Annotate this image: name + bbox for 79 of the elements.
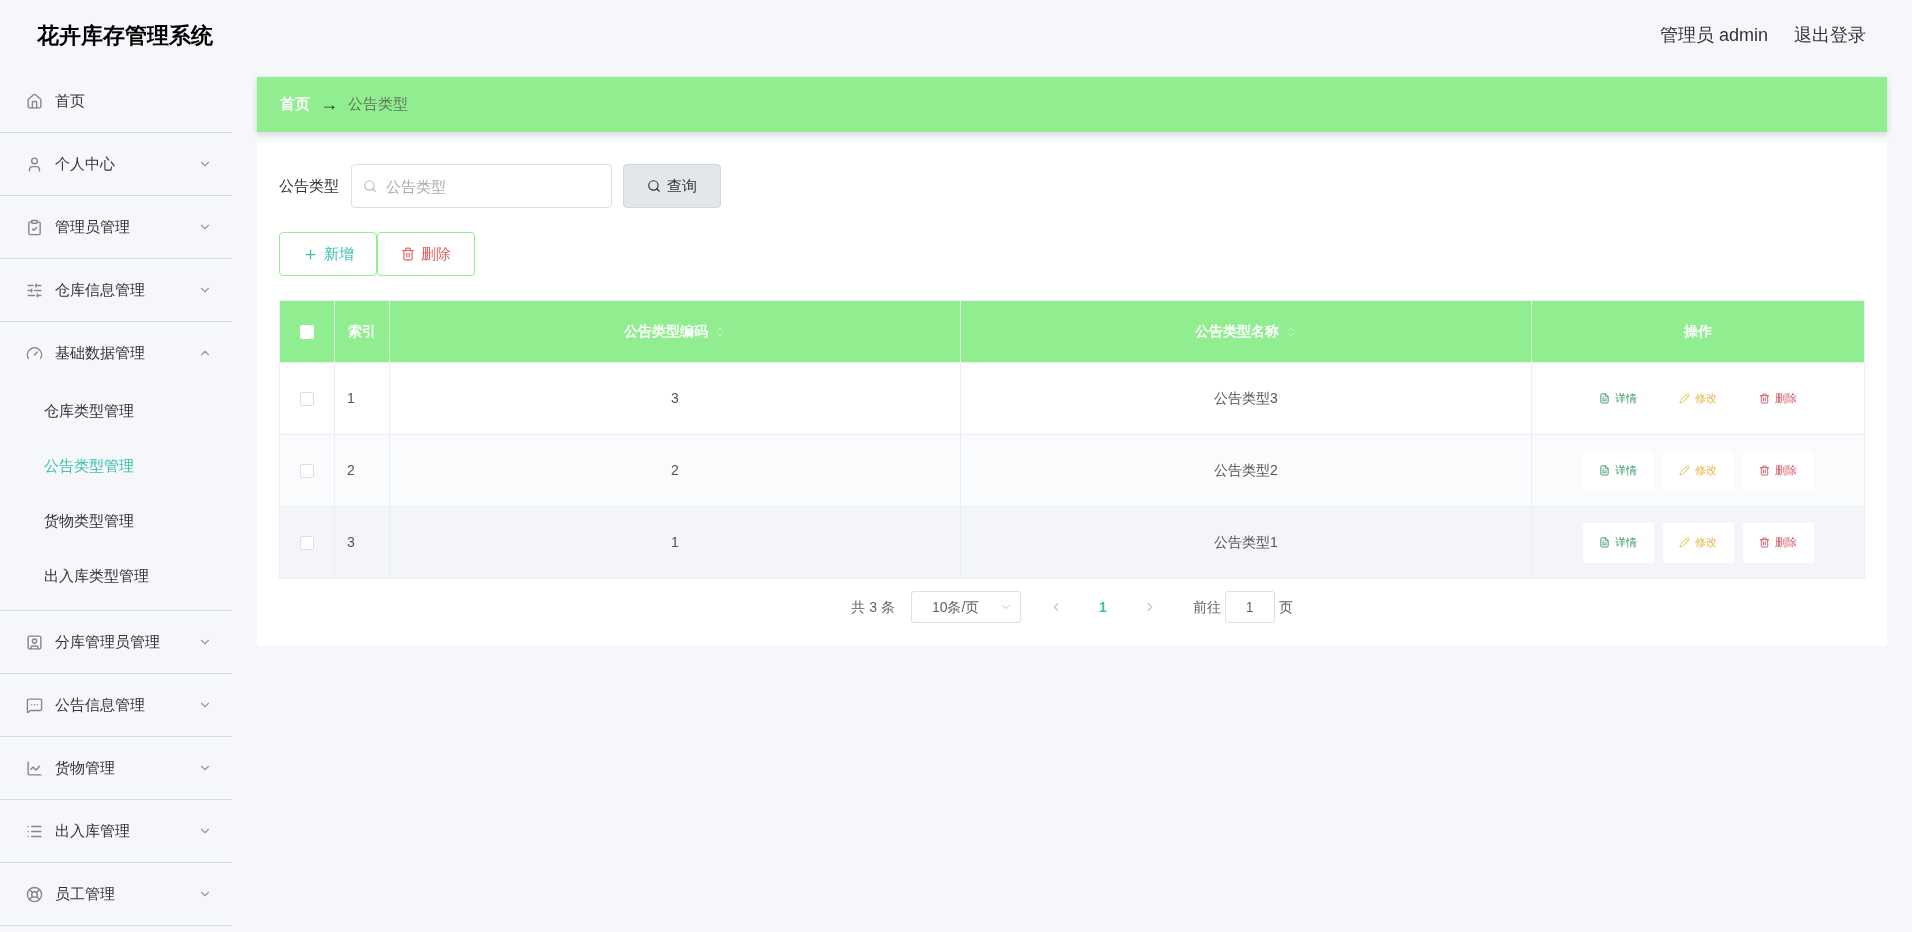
detail-button[interactable]: 详情 xyxy=(1582,450,1654,491)
submenu-item[interactable]: 出入库类型管理 xyxy=(0,549,232,604)
table-cell-text: 3 xyxy=(671,389,679,408)
search-field[interactable]: 公告类型 xyxy=(351,164,612,208)
table-cell-text: 3 xyxy=(347,533,355,552)
document-icon xyxy=(1599,465,1610,476)
table-cell-text: 1 xyxy=(347,389,355,408)
chat-icon xyxy=(26,696,43,714)
pencil-icon xyxy=(1679,465,1690,476)
menu-label: 出入库管理 xyxy=(55,820,131,841)
menu-item[interactable]: 首页 xyxy=(0,70,232,132)
delete-button[interactable]: 删除 xyxy=(377,232,475,276)
pencil-icon xyxy=(1679,393,1690,404)
logout-link[interactable]: 退出登录 xyxy=(1794,21,1866,49)
clipboard-icon xyxy=(26,218,43,236)
menu-label: 个人中心 xyxy=(55,153,116,174)
trash-icon xyxy=(1759,393,1770,404)
menu-item[interactable]: 公告信息管理 xyxy=(0,674,232,736)
row-delete-button[interactable]: 删除 xyxy=(1742,450,1814,491)
menu-item[interactable]: 分库管理员管理 xyxy=(0,611,232,673)
sliders-icon xyxy=(26,281,43,299)
chart-icon xyxy=(26,759,43,777)
menu-item[interactable]: 管理员管理 xyxy=(0,196,232,258)
row-delete-button[interactable]: 删除 xyxy=(1742,522,1814,563)
menu-item[interactable]: 货物管理 xyxy=(0,737,232,799)
select-all-checkbox[interactable] xyxy=(300,324,314,339)
user-name: 管理员 admin xyxy=(1659,23,1768,47)
page-suffix: 页 xyxy=(1278,597,1293,617)
total-count: 共 3 条 xyxy=(851,597,895,617)
table-cell-text: 2 xyxy=(671,461,679,480)
column-header: 操作 xyxy=(1684,322,1712,341)
trash-icon xyxy=(1759,465,1770,476)
row-checkbox[interactable] xyxy=(300,391,314,406)
menu-label: 员工管理 xyxy=(55,883,116,904)
table-cell-text: 公告类型2 xyxy=(1214,461,1278,480)
goto-page-field[interactable]: 1 xyxy=(1224,591,1275,623)
document-icon xyxy=(1599,537,1610,548)
gauge-icon xyxy=(26,344,43,362)
pencil-icon xyxy=(1679,537,1690,548)
breadcrumb-current: 公告类型 xyxy=(348,94,408,115)
trash-icon xyxy=(1759,537,1770,548)
menu-item[interactable]: 员工管理 xyxy=(0,863,232,925)
table-cell-text: 2 xyxy=(347,461,355,480)
menu-label: 公告信息管理 xyxy=(55,694,146,715)
table-cell-text: 1 xyxy=(671,533,679,552)
submenu-item[interactable]: 仓库类型管理 xyxy=(0,384,232,439)
sort-icon xyxy=(1285,325,1297,338)
breadcrumb-separator: → xyxy=(320,93,338,116)
field-label: 公告类型 xyxy=(279,175,339,196)
table-cell-text: 公告类型3 xyxy=(1214,389,1278,408)
app-title: 花卉库存管理系统 xyxy=(37,21,213,50)
lifebuoy-icon xyxy=(26,885,43,903)
search-icon xyxy=(647,179,661,193)
menu-item[interactable]: 出入库管理 xyxy=(0,800,232,862)
document-icon xyxy=(1599,393,1610,404)
detail-button[interactable]: 详情 xyxy=(1582,522,1654,563)
menu-label: 分库管理员管理 xyxy=(55,631,161,652)
menu-item[interactable]: 个人中心 xyxy=(0,133,232,195)
table-cell-text: 公告类型1 xyxy=(1214,533,1278,552)
user-icon xyxy=(26,155,43,173)
submenu-item[interactable]: 货物类型管理 xyxy=(0,494,232,549)
goto-label: 前往 xyxy=(1192,597,1221,617)
menu-item[interactable]: 仓库信息管理 xyxy=(0,259,232,321)
page-size-select[interactable]: 10条/页 xyxy=(910,591,1021,623)
sort-icon xyxy=(714,325,726,338)
menu-item[interactable]: 基础数据管理 xyxy=(0,322,232,384)
menu-label: 基础数据管理 xyxy=(55,342,146,363)
search-icon xyxy=(363,179,377,193)
menu-label: 管理员管理 xyxy=(55,216,131,237)
plus-icon xyxy=(302,246,318,262)
menu-label: 仓库信息管理 xyxy=(55,279,146,300)
menu-label: 首页 xyxy=(55,90,86,111)
row-checkbox[interactable] xyxy=(300,463,314,478)
trash-icon xyxy=(401,247,415,261)
person-icon xyxy=(26,633,43,651)
row-checkbox[interactable] xyxy=(300,535,314,550)
home-icon xyxy=(26,92,43,110)
menu-label: 货物管理 xyxy=(55,757,116,778)
query-button[interactable]: 查询 xyxy=(623,164,721,208)
